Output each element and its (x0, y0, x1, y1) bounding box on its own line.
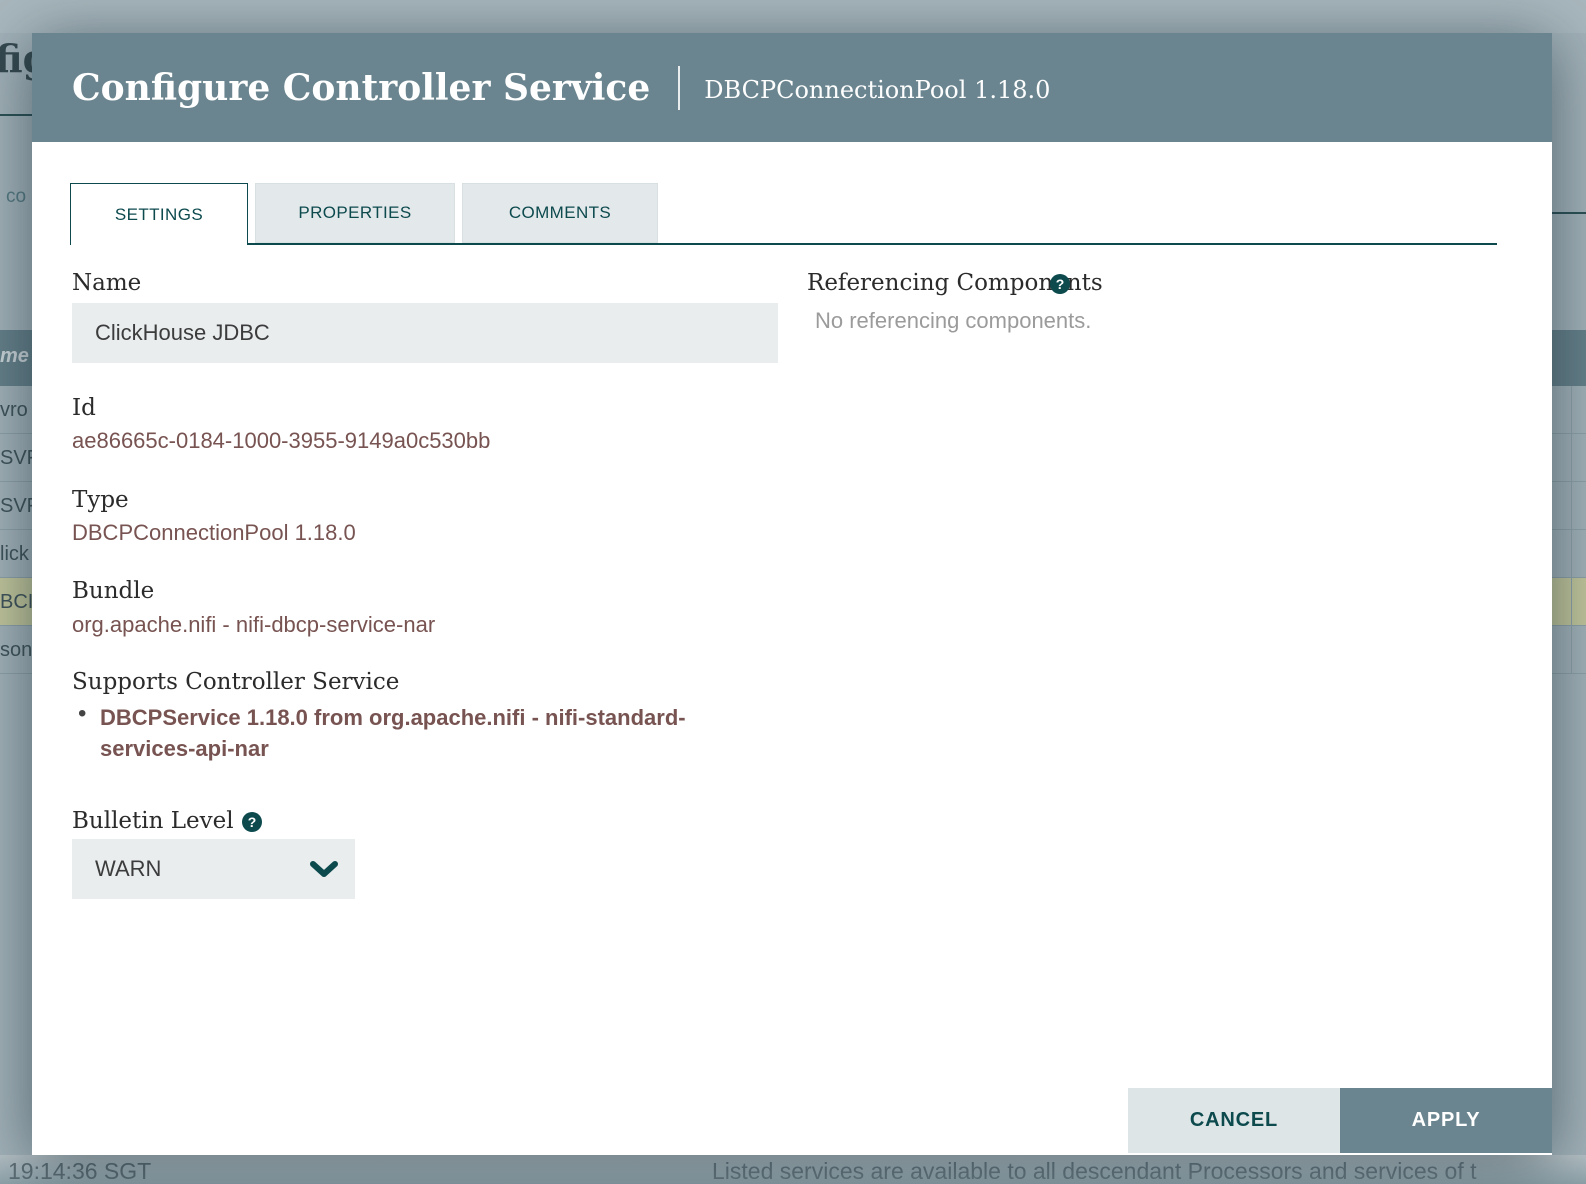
tab-comments[interactable]: COMMENTS (462, 183, 658, 243)
background-table-header-fragment: me (0, 345, 29, 368)
tab-properties-label: PROPERTIES (298, 203, 411, 223)
bullet-icon: • (78, 700, 86, 728)
apply-button-label: APPLY (1412, 1109, 1481, 1132)
bundle-value: org.apache.nifi - nifi-dbcp-service-nar (72, 612, 435, 638)
bundle-label: Bundle (72, 578, 154, 604)
type-value: DBCPConnectionPool 1.18.0 (72, 520, 356, 546)
cancel-button[interactable]: CANCEL (1128, 1088, 1340, 1153)
type-label: Type (72, 487, 129, 513)
configure-controller-service-dialog: Configure Controller Service DBCPConnect… (32, 33, 1552, 1155)
dialog-header: Configure Controller Service DBCPConnect… (32, 33, 1552, 142)
background-top-strip (0, 0, 1586, 33)
bulletin-level-label: Bulletin Level (72, 808, 234, 834)
bulletin-level-select[interactable]: WARN (72, 839, 355, 899)
dialog-subtitle: DBCPConnectionPool 1.18.0 (704, 72, 1050, 104)
background-column-divider (1571, 386, 1572, 674)
id-value: ae86665c-0184-1000-3955-9149a0c530bb (72, 428, 490, 454)
tab-settings[interactable]: SETTINGS (70, 183, 248, 245)
cancel-button-label: CANCEL (1190, 1109, 1278, 1132)
bulletin-level-value: WARN (72, 856, 310, 882)
id-label: Id (72, 395, 96, 421)
nifi-app: fig co me vro SVF SVF lick BCI son 19:14… (0, 0, 1586, 1184)
referencing-components-help-icon[interactable]: ? (1050, 274, 1070, 294)
dialog-title: Configure Controller Service (72, 67, 650, 109)
tab-underline (70, 243, 1497, 245)
no-referencing-components-text: No referencing components. (815, 308, 1091, 334)
supported-service-link[interactable]: DBCPService 1.18.0 from org.apache.nifi … (100, 702, 755, 764)
tab-comments-label: COMMENTS (509, 203, 611, 223)
title-divider (678, 66, 680, 110)
tab-settings-label: SETTINGS (115, 205, 203, 225)
status-message: Listed services are available to all des… (712, 1158, 1477, 1184)
chevron-down-icon (310, 861, 338, 878)
name-label: Name (72, 270, 141, 296)
supports-controller-service-label: Supports Controller Service (72, 669, 399, 695)
background-status-bar: 19:14:36 SGT Listed services are availab… (0, 1155, 1586, 1184)
name-input[interactable] (72, 303, 778, 363)
apply-button[interactable]: APPLY (1340, 1088, 1552, 1153)
status-time: 19:14:36 SGT (8, 1158, 151, 1184)
tab-properties[interactable]: PROPERTIES (255, 183, 455, 243)
bulletin-level-help-icon[interactable]: ? (242, 812, 262, 832)
background-text-fragment: co (6, 186, 26, 208)
